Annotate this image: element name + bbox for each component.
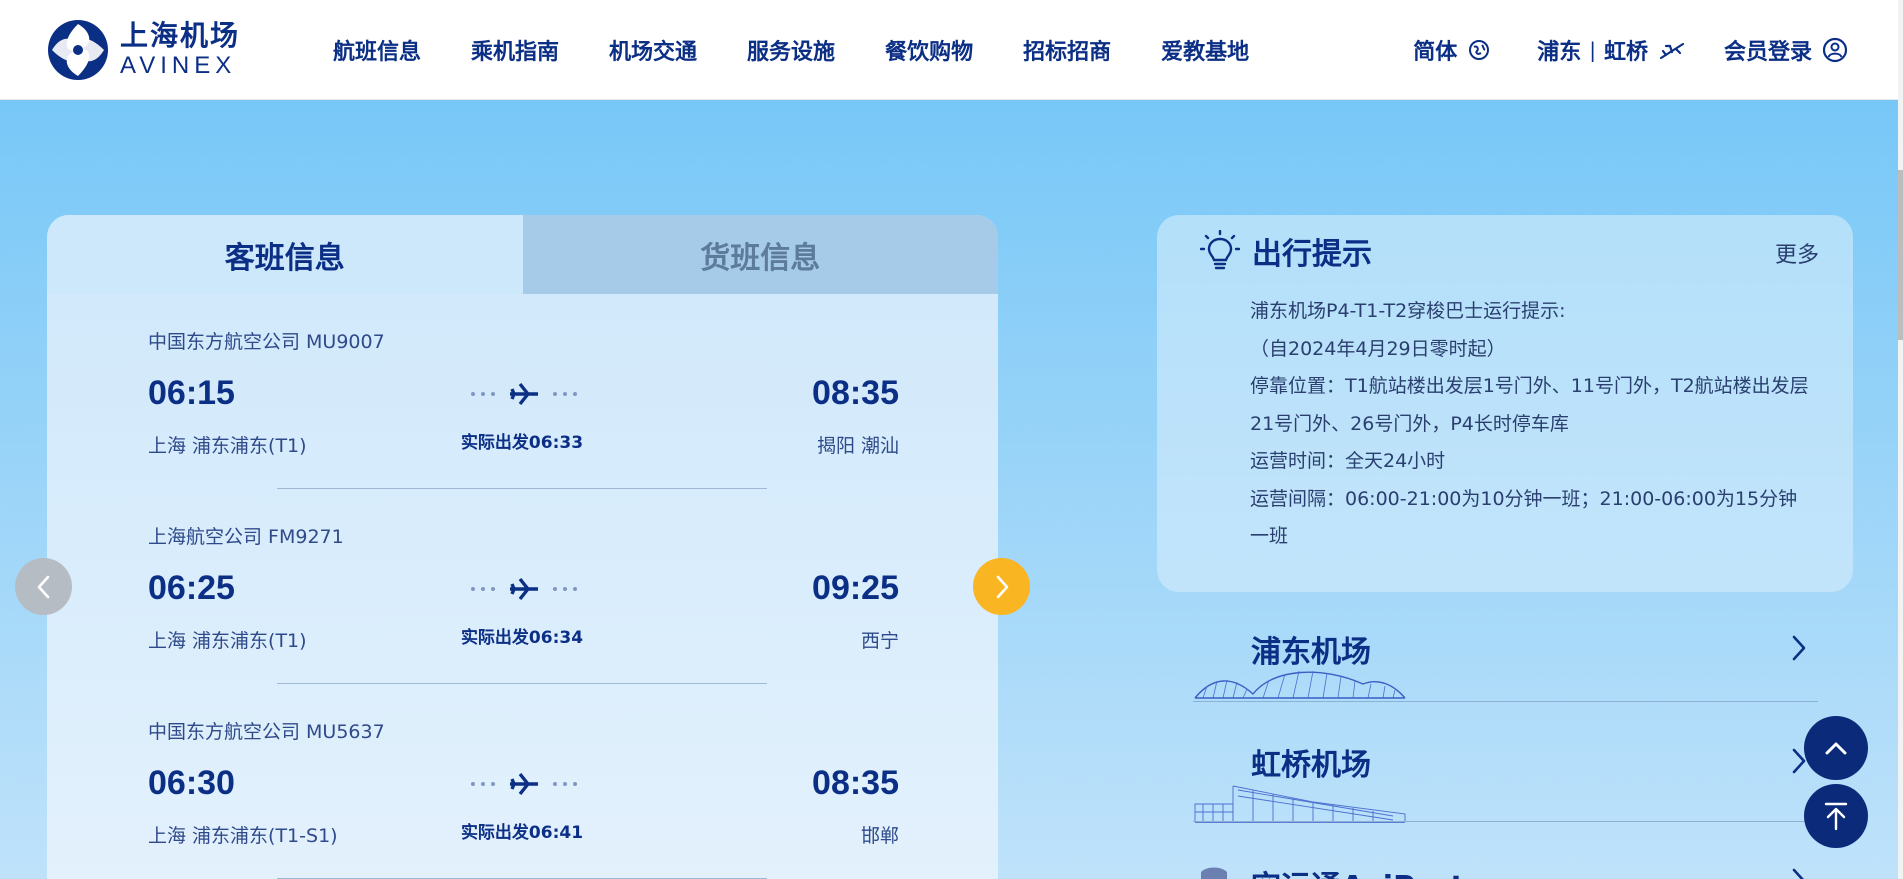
flight-status: 实际出发06:34 <box>460 628 584 648</box>
chevron-right-icon <box>1792 868 1804 879</box>
flight-tabs: 客班信息 货班信息 <box>47 215 998 294</box>
airport-link-pudong[interactable]: 浦东机场 <box>1193 597 1818 702</box>
member-login-label: 会员登录 <box>1723 40 1812 65</box>
nav-bidding[interactable]: 招标招商 <box>1023 34 1111 66</box>
site-header: 上海机场 AVINEX 航班信息 乘机指南 机场交通 服务设施 餐饮购物 招标招… <box>0 0 1898 100</box>
tips-line: 浦东机场P4-T1-T2穿梭巴士运行提示: <box>1250 300 1566 322</box>
scroll-up-button[interactable] <box>1804 716 1868 780</box>
airline-flight-no: 中国东方航空公司 MU9007 <box>148 331 385 353</box>
user-icon <box>1822 37 1848 63</box>
flight-info-card: 客班信息 货班信息 中国东方航空公司 MU9007 06:15 实际出发06:3… <box>47 215 998 879</box>
airport-name-hongqiao: 虹桥机场 <box>1251 748 1371 783</box>
arrival-place: 西宁 <box>860 630 899 652</box>
globe-icon <box>1467 38 1491 62</box>
plane-icon <box>470 382 578 406</box>
nav-transport[interactable]: 机场交通 <box>609 34 697 66</box>
arrival-place: 揭阳 潮汕 <box>816 435 899 457</box>
chevron-right-icon <box>1792 635 1806 661</box>
tips-line: 运营时间：全天24小时 <box>1250 450 1446 472</box>
chevron-right-icon <box>996 575 1008 598</box>
airport-divider <box>1193 701 1818 702</box>
logo[interactable]: 上海机场 AVINEX <box>46 18 240 82</box>
member-login[interactable]: 会员登录 <box>1724 34 1848 66</box>
flight-row[interactable]: 中国东方航空公司 MU9007 06:15 实际出发06:33 08:35 上海… <box>47 294 998 489</box>
airport-switch-pudong[interactable]: 浦东 <box>1537 34 1581 66</box>
nav-education-base[interactable]: 爱教基地 <box>1161 34 1249 66</box>
arrival-time: 09:25 <box>812 569 899 607</box>
tab-passenger-flights[interactable]: 客班信息 <box>47 215 523 294</box>
plane-icon <box>1658 38 1686 62</box>
departure-time: 06:30 <box>148 764 235 802</box>
carousel-prev-button[interactable] <box>15 558 72 615</box>
departure-place: 上海 浦东浦东(T1) <box>148 630 307 652</box>
tips-content: 浦东机场P4-T1-T2穿梭巴士运行提示: （自2024年4月29日零时起） 停… <box>1250 293 1810 556</box>
airport-link-aviport[interactable]: 空运通AviPort <box>1193 840 1818 879</box>
airport-switch[interactable]: 浦东 | 虹桥 <box>1537 34 1686 66</box>
airport-switch-hongqiao[interactable]: 虹桥 <box>1604 34 1648 66</box>
departure-place: 上海 浦东浦东(T1-S1) <box>148 825 338 847</box>
airport-switch-separator: | <box>1589 38 1596 62</box>
flight-status: 实际出发06:41 <box>460 823 584 843</box>
plane-icon <box>470 577 578 601</box>
airline-flight-no: 中国东方航空公司 MU5637 <box>148 721 385 743</box>
carousel-next-button[interactable] <box>973 558 1030 615</box>
airport-divider <box>1193 821 1818 822</box>
back-to-top-button[interactable] <box>1804 784 1868 848</box>
aviport-illustration <box>1201 867 1227 879</box>
airport-name-pudong: 浦东机场 <box>1251 635 1371 670</box>
travel-tips-panel: 出行提示 更多 浦东机场P4-T1-T2穿梭巴士运行提示: （自2024年4月2… <box>1157 215 1853 592</box>
nav-flight-info[interactable]: 航班信息 <box>333 34 421 66</box>
nav-boarding-guide[interactable]: 乘机指南 <box>471 34 559 66</box>
arrival-time: 08:35 <box>812 374 899 412</box>
departure-time: 06:15 <box>148 374 235 412</box>
chevron-up-icon <box>1825 742 1847 755</box>
header-right: 简体 浦东 | 虹桥 会员登录 <box>1413 0 1848 100</box>
flight-row[interactable]: 中国东方航空公司 MU5637 06:30 实际出发06:41 08:35 上海… <box>47 684 998 879</box>
plane-icon <box>470 772 578 796</box>
chevron-left-icon <box>37 575 49 598</box>
page-scrollbar[interactable] <box>1898 0 1903 879</box>
airport-name-aviport: 空运通AviPort <box>1251 862 1465 879</box>
tips-line: 运营间隔：06:00-21:00为10分钟一班；21:00-06:00为15分钟… <box>1250 487 1798 548</box>
lightbulb-icon <box>1200 230 1240 270</box>
language-label: 简体 <box>1413 40 1458 65</box>
tips-line: （自2024年4月29日零时起） <box>1250 337 1506 360</box>
language-switch[interactable]: 简体 <box>1413 34 1491 66</box>
arrival-time: 08:35 <box>812 764 899 802</box>
back-to-top-icon <box>1824 802 1848 831</box>
logo-en: AVINEX <box>120 52 237 79</box>
flight-row[interactable]: 上海航空公司 FM9271 06:25 实际出发06:34 09:25 上海 浦… <box>47 489 998 684</box>
departure-time: 06:25 <box>148 569 235 607</box>
departure-place: 上海 浦东浦东(T1) <box>148 435 307 457</box>
airport-link-hongqiao[interactable]: 虹桥机场 <box>1193 717 1818 823</box>
tab-cargo-flights[interactable]: 货班信息 <box>522 215 998 294</box>
main-nav: 航班信息 乘机指南 机场交通 服务设施 餐饮购物 招标招商 爱教基地 <box>333 0 1299 100</box>
logo-mark-icon <box>48 20 108 80</box>
tips-line: 停靠位置：T1航站楼出发层1号门外、11号门外，T2航站楼出发层21号门外、26… <box>1250 375 1809 435</box>
nav-dining-shopping[interactable]: 餐饮购物 <box>885 34 973 66</box>
arrival-place: 邯郸 <box>860 825 899 847</box>
scrollbar-thumb[interactable] <box>1898 170 1903 340</box>
tips-title: 出行提示 <box>1252 237 1372 272</box>
nav-services[interactable]: 服务设施 <box>747 34 835 66</box>
tips-more-link[interactable]: 更多 <box>1775 237 1819 269</box>
logo-cn: 上海机场 <box>120 19 241 52</box>
flight-status: 实际出发06:33 <box>460 433 584 453</box>
airline-flight-no: 上海航空公司 FM9271 <box>148 526 344 548</box>
